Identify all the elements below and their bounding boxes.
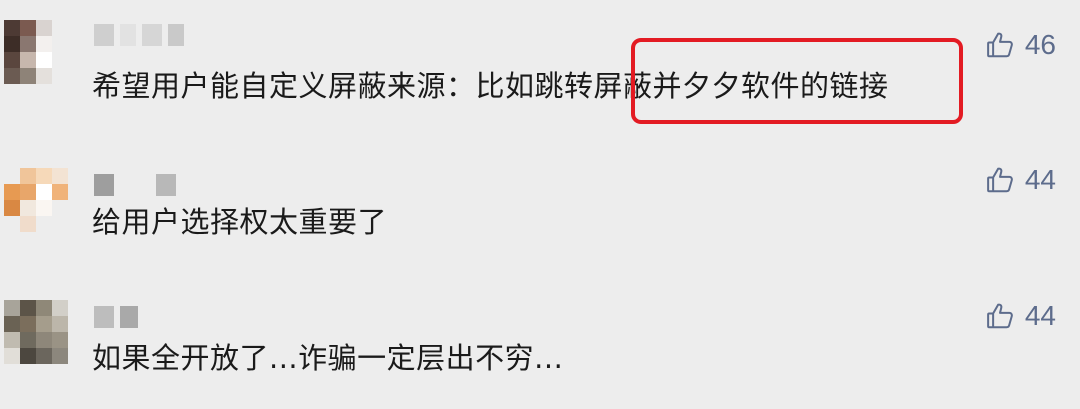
comment-text: 希望用户能自定义屏蔽来源：比如跳转屏蔽并夕夕软件的链接 xyxy=(92,69,889,103)
like-button[interactable]: 44 xyxy=(985,301,1056,331)
like-count: 44 xyxy=(1024,164,1056,195)
username-blurred[interactable] xyxy=(94,306,138,328)
thumbs-up-icon xyxy=(986,303,1013,329)
thumbs-up-icon xyxy=(986,32,1013,58)
like-count: 44 xyxy=(1024,300,1056,331)
username-blurred[interactable] xyxy=(94,174,176,196)
username-blurred[interactable] xyxy=(94,24,184,46)
comment-text: 给用户选择权太重要了 xyxy=(92,205,388,239)
thumbs-up-icon xyxy=(986,167,1013,193)
like-button[interactable]: 46 xyxy=(985,30,1056,60)
like-button[interactable]: 44 xyxy=(985,165,1056,195)
comment-text: 如果全开放了...诈骗一定层出不穷... xyxy=(92,341,564,375)
like-count: 46 xyxy=(1024,29,1056,60)
avatar[interactable] xyxy=(4,20,68,84)
avatar[interactable] xyxy=(4,168,68,232)
avatar[interactable] xyxy=(4,300,68,364)
